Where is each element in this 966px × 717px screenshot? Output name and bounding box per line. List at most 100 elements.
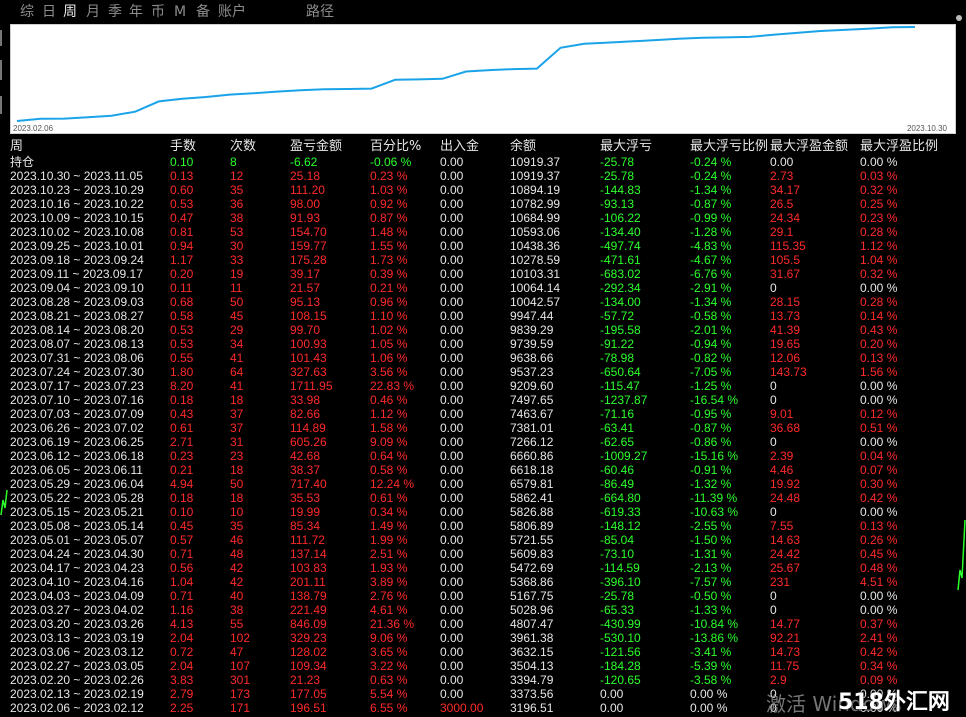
column-header[interactable]: 余额	[510, 139, 536, 154]
table-row[interactable]: 2023.04.17 ~ 2023.04.23 0.56 42 103.83 1.93 …	[10, 561, 956, 575]
tab-0[interactable]: 综	[20, 3, 34, 21]
table-cell: 159.77	[290, 239, 327, 253]
tab-2[interactable]: 周	[63, 3, 77, 21]
table-cell: -25.78	[600, 589, 635, 603]
table-row[interactable]: 2023.09.04 ~ 2023.09.10 0.11 11 21.57 0.21 %…	[10, 281, 956, 295]
tab-8[interactable]: 备	[196, 3, 210, 21]
table-row[interactable]: 2023.08.28 ~ 2023.09.03 0.68 50 95.13 0.96 %…	[10, 295, 956, 309]
table-row[interactable]: 2023.07.03 ~ 2023.07.09 0.43 37 82.66 1.12 %…	[10, 407, 956, 421]
table-cell: 717.40	[290, 477, 327, 491]
table-row[interactable]: 2023.05.08 ~ 2023.05.14 0.45 35 85.34 1.49 %…	[10, 519, 956, 533]
table-cell: 143.73	[770, 365, 807, 379]
table-row[interactable]: 2023.07.24 ~ 2023.07.30 1.80 64 327.63 3.56 …	[10, 365, 956, 379]
table-row[interactable]: 2023.10.02 ~ 2023.10.08 0.81 53 154.70 1.48 …	[10, 225, 956, 239]
table-cell: 3.56 %	[370, 365, 408, 379]
table-cell: 24.48	[770, 491, 801, 505]
table-cell: 10103.31	[510, 267, 561, 281]
tab-5[interactable]: 年	[129, 3, 143, 21]
table-row[interactable]: 2023.06.05 ~ 2023.06.11 0.21 18 38.37 0.58 %…	[10, 463, 956, 477]
table-cell: 42	[230, 575, 244, 589]
tab-1[interactable]: 日	[42, 3, 56, 21]
table-row[interactable]: 2023.10.16 ~ 2023.10.22 0.53 36 98.00 0.92 %…	[10, 197, 956, 211]
column-header[interactable]: 周	[10, 139, 23, 154]
table-row[interactable]: 2023.10.23 ~ 2023.10.29 0.60 35 111.20 1.03 …	[10, 183, 956, 197]
table-cell: 8.20	[170, 379, 194, 393]
table-cell: 6660.86	[510, 449, 554, 463]
table-row[interactable]: 2023.07.10 ~ 2023.07.16 0.18 18 33.98 0.46 %…	[10, 393, 956, 407]
tab-4[interactable]: 季	[108, 3, 122, 21]
table-row[interactable]: 2023.09.25 ~ 2023.10.01 0.94 30 159.77 1.55 …	[10, 239, 956, 253]
table-cell: 0.00	[440, 477, 464, 491]
column-header[interactable]: 最大浮盈比例	[860, 139, 938, 154]
table-cell: 0.14 %	[860, 309, 898, 323]
table-row[interactable]: 2023.05.22 ~ 2023.05.28 0.18 18 35.53 0.61 %…	[10, 491, 956, 505]
table-row[interactable]: 2023.03.06 ~ 2023.03.12 0.72 47 128.02 3.65 …	[10, 645, 956, 659]
tab-7[interactable]: M	[174, 3, 186, 21]
column-header[interactable]: 次数	[230, 139, 256, 154]
table-row[interactable]: 2023.04.03 ~ 2023.04.09 0.71 40 138.79 2.76 …	[10, 589, 956, 603]
table-row[interactable]: 2023.07.31 ~ 2023.08.06 0.55 41 101.43 1.06 …	[10, 351, 956, 365]
table-row[interactable]: 2023.04.10 ~ 2023.04.16 1.04 42 201.11 3.89 …	[10, 575, 956, 589]
table-row[interactable]: 2023.03.13 ~ 2023.03.19 2.04 102 329.23 9.06…	[10, 631, 956, 645]
table-cell: 0.28 %	[860, 225, 898, 239]
table-cell: 0.34 %	[370, 505, 408, 519]
table-row[interactable]: 2023.03.27 ~ 2023.04.02 1.16 38 221.49 4.61 …	[10, 603, 956, 617]
table-row[interactable]: 2023.09.11 ~ 2023.09.17 0.20 19 39.17 0.39 %…	[10, 267, 956, 281]
table-cell: 2023.07.03 ~ 2023.07.09	[10, 407, 144, 421]
table-cell: 0.63 %	[370, 673, 408, 687]
table-cell: -71.16	[600, 407, 635, 421]
table-row[interactable]: 2023.06.26 ~ 2023.07.02 0.61 37 114.89 1.58 …	[10, 421, 956, 435]
table-cell: 42.68	[290, 449, 321, 463]
tab-9[interactable]: 账户	[218, 3, 246, 21]
table-row[interactable]: 2023.06.12 ~ 2023.06.18 0.23 23 42.68 0.64 %…	[10, 449, 956, 463]
table-cell: -114.59	[600, 561, 640, 575]
table-row[interactable]: 2023.04.24 ~ 2023.04.30 0.71 48 137.14 2.51 …	[10, 547, 956, 561]
table-row[interactable]: 2023.10.09 ~ 2023.10.15 0.47 38 91.93 0.87 %…	[10, 211, 956, 225]
table-row[interactable]: 2023.05.01 ~ 2023.05.07 0.57 46 111.72 1.99 …	[10, 533, 956, 547]
table-row[interactable]: 2023.06.19 ~ 2023.06.25 2.71 31 605.26 9.09 …	[10, 435, 956, 449]
scroll-indicator[interactable]	[956, 15, 962, 21]
column-header[interactable]: 盈亏金额	[290, 139, 342, 154]
tab-6[interactable]: 币	[151, 3, 165, 21]
tab-10[interactable]: 路径	[306, 3, 334, 21]
table-cell: 128.02	[290, 645, 327, 659]
table-row[interactable]: 2023.07.17 ~ 2023.07.23 8.20 41 1711.95 22.8…	[10, 379, 956, 393]
table-cell: 2023.09.04 ~ 2023.09.10	[10, 281, 144, 295]
table-row[interactable]: 2023.02.27 ~ 2023.03.05 2.04 107 109.34 3.22…	[10, 659, 956, 673]
table-row[interactable]: 2023.10.30 ~ 2023.11.05 0.13 12 25.18 0.23 %…	[10, 169, 956, 183]
table-row[interactable]: 2023.08.14 ~ 2023.08.20 0.53 29 99.70 1.02 %…	[10, 323, 956, 337]
column-header[interactable]: 百分比%	[370, 139, 421, 154]
table-row[interactable]: 2023.08.07 ~ 2023.08.13 0.53 34 100.93 1.05 …	[10, 337, 956, 351]
table-cell: 0	[770, 435, 777, 449]
column-header[interactable]: 出入金	[440, 139, 479, 154]
table-cell: 0.00	[440, 645, 464, 659]
table-cell: 173	[230, 687, 251, 701]
column-header[interactable]: 最大浮盈金额	[770, 139, 848, 154]
table-cell: 1.02 %	[370, 323, 408, 337]
table-cell: -115.47	[600, 379, 640, 393]
column-header[interactable]: 最大浮亏	[600, 139, 652, 154]
table-row[interactable]: 2023.08.21 ~ 2023.08.27 0.58 45 108.15 1.10 …	[10, 309, 956, 323]
table-cell: 0.00 %	[860, 155, 898, 169]
table-row[interactable]: 持仓 0.10 8 -6.62 -0.06 % 0.00 10919.37 -25.78 -0.…	[10, 155, 956, 169]
table-cell: 85.34	[290, 519, 321, 533]
table-cell: 48	[230, 547, 244, 561]
table-cell: -60.46	[600, 463, 635, 477]
table-row[interactable]: 2023.05.29 ~ 2023.06.04 4.94 50 717.40 12.24…	[10, 477, 956, 491]
column-header[interactable]: 手数	[170, 139, 196, 154]
table-cell: 0.00	[440, 631, 464, 645]
table-cell: 9.09 %	[370, 435, 408, 449]
table-row[interactable]: 2023.02.20 ~ 2023.02.26 3.83 301 21.23 0.63 …	[10, 673, 956, 687]
table-cell: 0.48 %	[860, 561, 898, 575]
table-row[interactable]: 2023.09.18 ~ 2023.09.24 1.17 33 175.28 1.73 …	[10, 253, 956, 267]
table-cell: 38	[230, 603, 244, 617]
column-header[interactable]: 最大浮亏比例	[690, 139, 768, 154]
tab-3[interactable]: 月	[86, 3, 100, 21]
table-cell: 6.55 %	[370, 701, 408, 715]
table-row[interactable]: 2023.03.20 ~ 2023.03.26 4.13 55 846.09 21.36…	[10, 617, 956, 631]
table-cell: -396.10	[600, 575, 641, 589]
table-cell: 0.00	[440, 239, 464, 253]
table-cell: 2023.08.07 ~ 2023.08.13	[10, 337, 144, 351]
table-cell: 3.89 %	[370, 575, 408, 589]
table-row[interactable]: 2023.05.15 ~ 2023.05.21 0.10 10 19.99 0.34 %…	[10, 505, 956, 519]
